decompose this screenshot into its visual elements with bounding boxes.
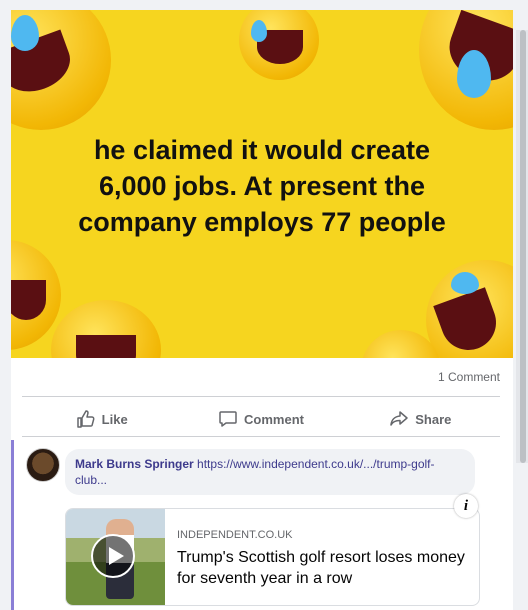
divider — [22, 396, 500, 397]
laughing-emoji-icon — [11, 10, 111, 130]
comment-button[interactable]: Comment — [181, 402, 340, 436]
comment-bubble-icon — [219, 411, 237, 427]
avatar[interactable] — [26, 448, 60, 482]
comment-count-link[interactable]: 1 Comment — [438, 370, 500, 384]
link-headline[interactable]: Trump's Scottish golf resort loses money… — [177, 547, 472, 589]
link-preview-card[interactable]: INDEPENDENT.CO.UK Trump's Scottish golf … — [65, 508, 480, 606]
meme-caption-line: he claimed it would create — [93, 135, 431, 165]
thumbs-up-icon — [76, 410, 95, 428]
laughing-emoji-icon — [426, 260, 513, 358]
share-button[interactable]: Share — [341, 402, 500, 436]
share-arrow-icon — [390, 411, 408, 426]
laughing-emoji-icon — [51, 300, 161, 358]
comment-label: Comment — [244, 411, 304, 427]
share-label: Share — [415, 411, 452, 427]
post-card: he claimed it would create 6,000 jobs. A… — [11, 10, 513, 610]
scrollbar-thumb[interactable] — [520, 30, 526, 463]
meme-caption-line: 6,000 jobs. At present the — [98, 171, 426, 201]
meme-image[interactable]: he claimed it would create 6,000 jobs. A… — [11, 10, 513, 358]
like-label: Like — [101, 411, 128, 427]
play-icon[interactable] — [91, 534, 135, 578]
info-icon[interactable]: i — [454, 494, 478, 518]
laughing-emoji-icon — [419, 10, 513, 130]
comment-author-link[interactable]: Mark Burns Springer — [75, 457, 194, 471]
laughing-emoji-icon — [239, 10, 319, 80]
meme-caption: he claimed it would create 6,000 jobs. A… — [11, 132, 513, 240]
post-actions-bar: Like Comment Share — [22, 402, 500, 436]
divider — [22, 436, 500, 437]
like-button[interactable]: Like — [22, 402, 181, 436]
video-thumbnail[interactable] — [66, 509, 165, 605]
comment-bubble: Mark Burns Springer https://www.independ… — [65, 449, 475, 495]
comment-thread: Mark Burns Springer https://www.independ… — [11, 440, 513, 610]
meme-caption-line: company employs 77 people — [78, 207, 446, 237]
link-source-domain: INDEPENDENT.CO.UK — [177, 529, 293, 541]
